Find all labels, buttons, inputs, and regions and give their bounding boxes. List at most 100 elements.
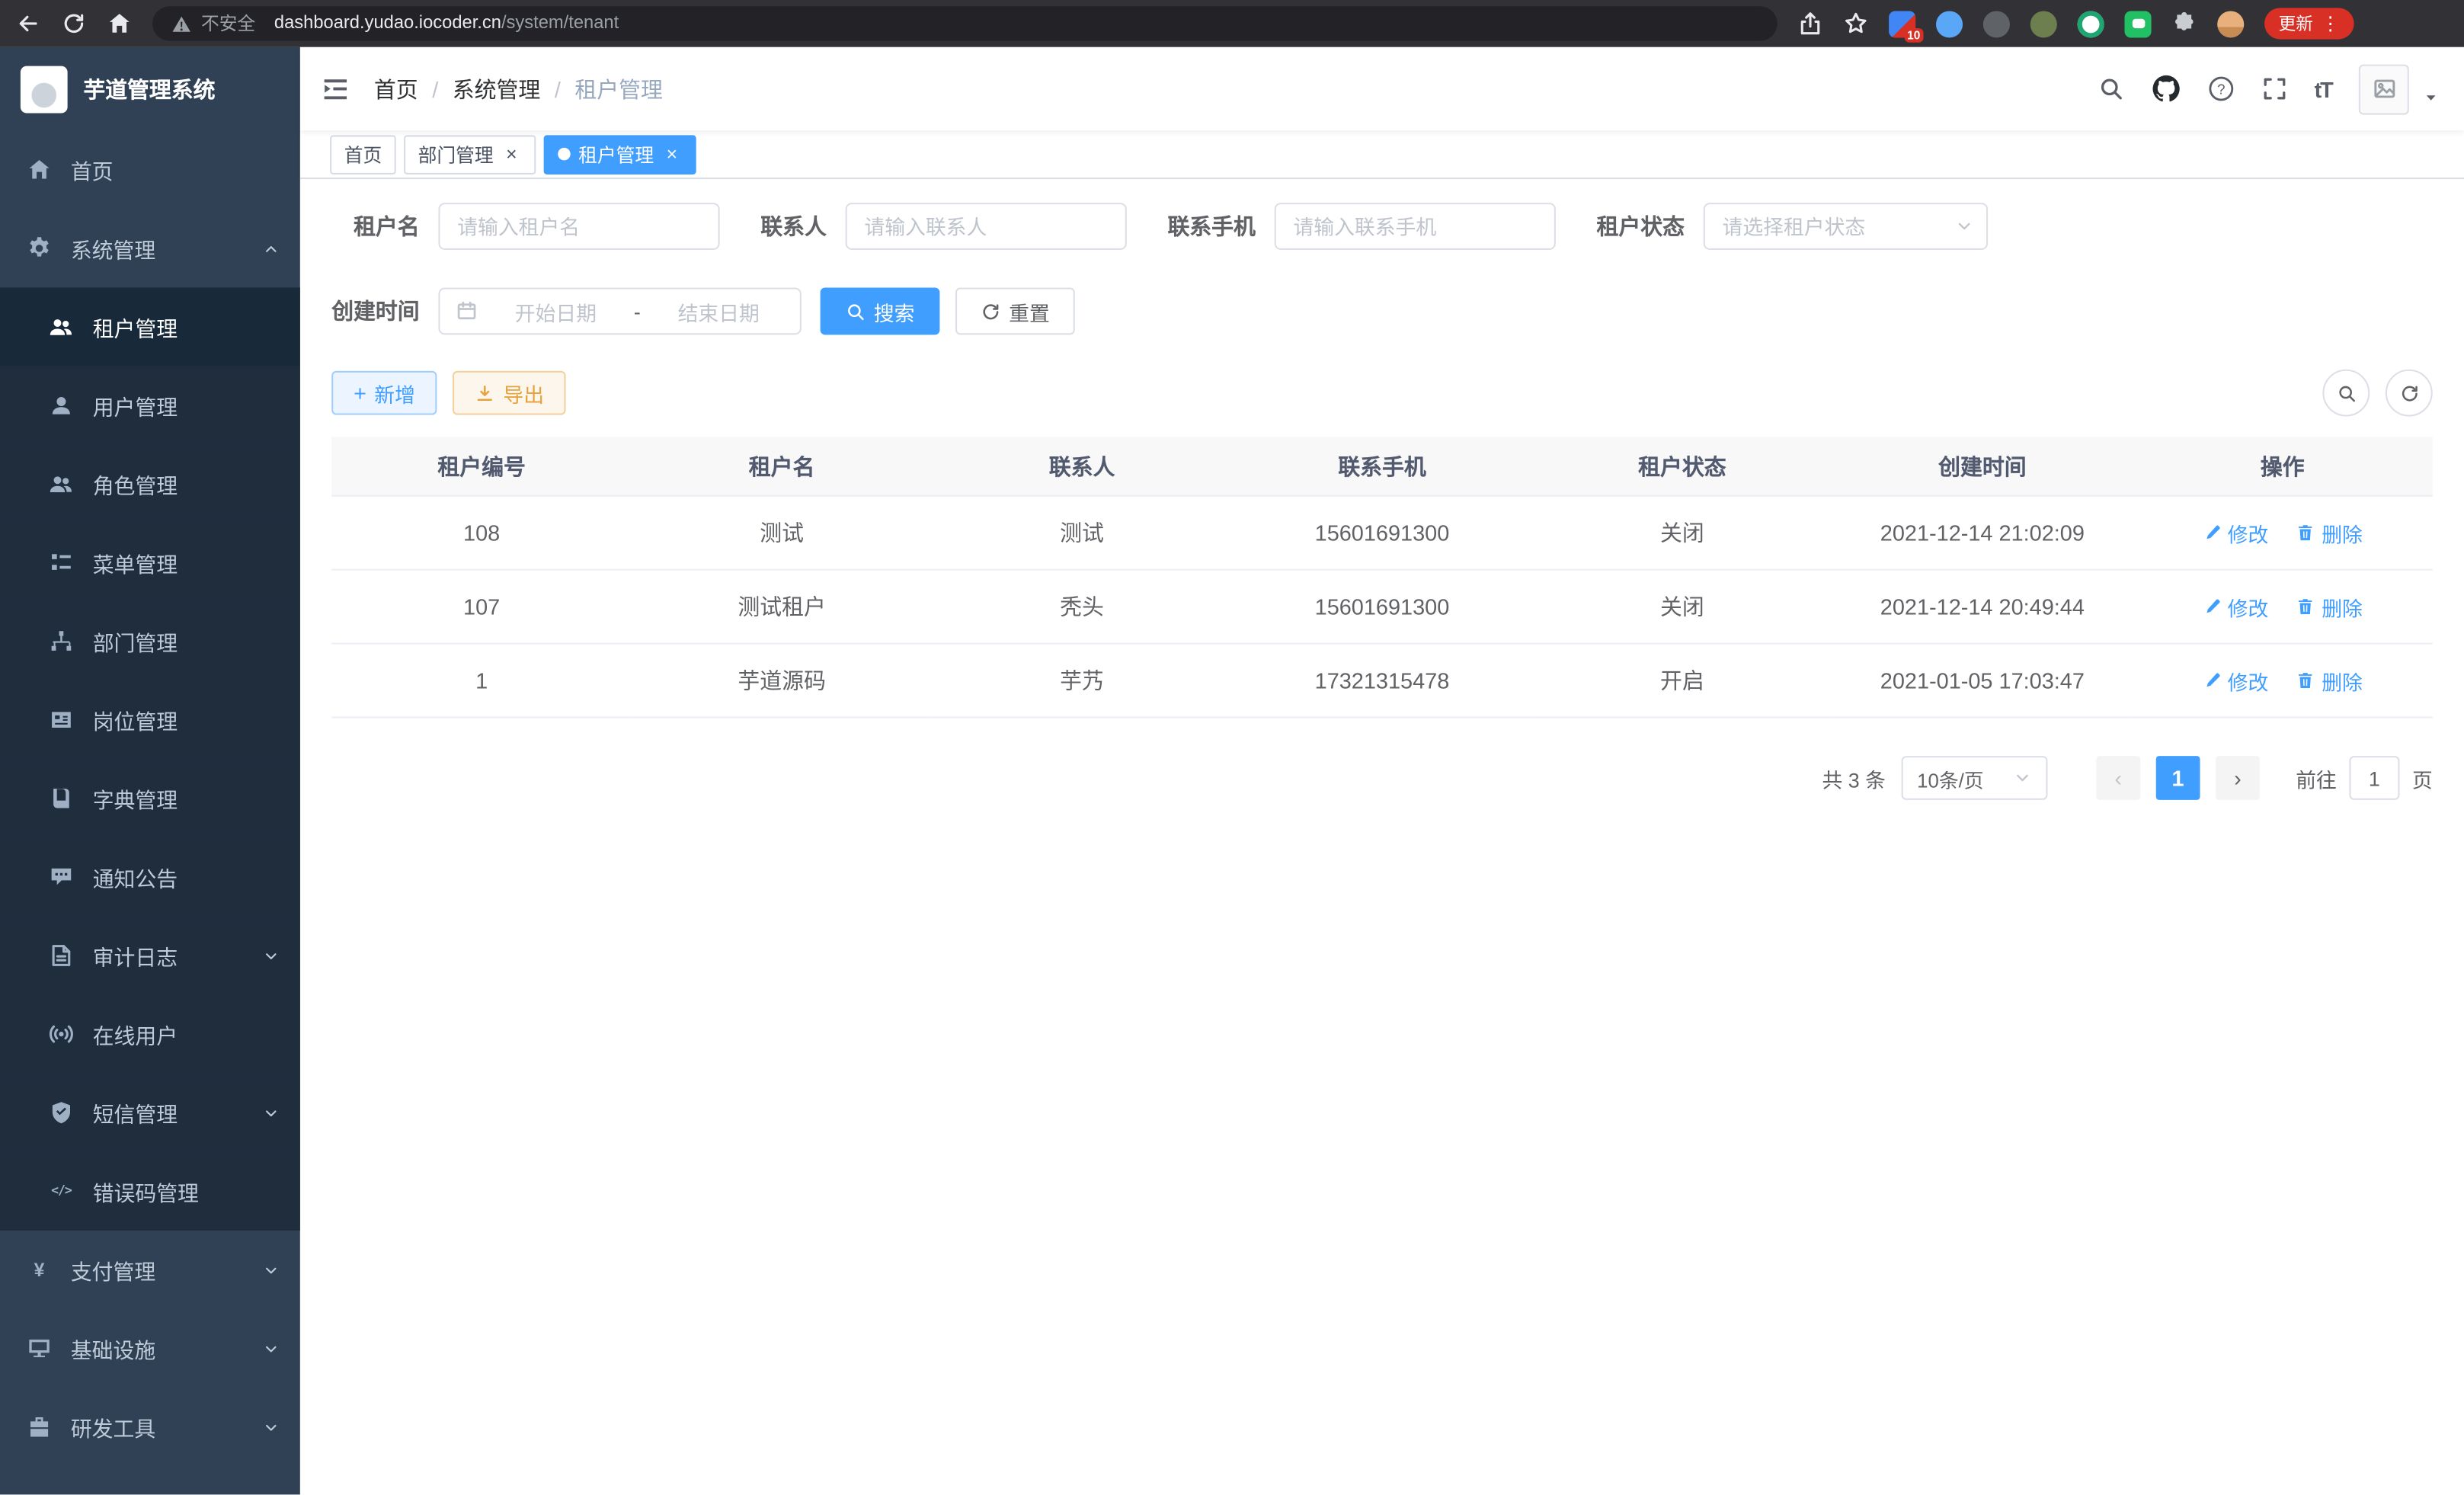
sidebar-item-notice[interactable]: 通知公告 <box>0 837 300 916</box>
sidebar-menu: 首页 系统管理 租户管理 <box>0 130 300 1494</box>
extension-icon-4[interactable] <box>2030 10 2057 37</box>
pencil-icon <box>2203 523 2222 543</box>
profile-avatar[interactable] <box>2217 10 2244 37</box>
sidebar-item-dev-tool[interactable]: 研发工具 <box>0 1388 300 1466</box>
cell-actions: 修改 删除 <box>2133 644 2433 718</box>
search-icon[interactable] <box>2098 75 2124 102</box>
extension-icon-1[interactable]: 10 <box>1889 10 1915 37</box>
extension-icon-6[interactable] <box>2125 10 2152 37</box>
breadcrumb-system[interactable]: 系统管理 <box>453 73 541 104</box>
fullscreen-icon[interactable] <box>2261 75 2287 102</box>
breadcrumb-home[interactable]: 首页 <box>374 73 418 104</box>
code-icon: </> <box>49 1179 74 1204</box>
goto-label: 前往 <box>2296 763 2337 792</box>
help-icon[interactable]: ? <box>2207 75 2234 102</box>
bookmark-star-icon[interactable] <box>1843 11 1868 36</box>
toggle-search-button[interactable] <box>2322 370 2370 417</box>
extension-icon-5[interactable] <box>2078 10 2104 37</box>
sidebar-item-online-user[interactable]: 在线用户 <box>0 995 300 1074</box>
cell-created: 2021-01-05 17:03:47 <box>1832 644 2133 718</box>
page-size-select[interactable]: 10条/页 <box>1902 756 2048 800</box>
status-select[interactable] <box>1704 203 1988 250</box>
badge-icon <box>49 707 74 732</box>
sidebar-item-user[interactable]: 用户管理 <box>0 367 300 445</box>
sidebar-item-audit-log[interactable]: 审计日志 <box>0 916 300 994</box>
delete-link[interactable]: 删除 <box>2296 665 2363 695</box>
sidebar-item-home[interactable]: 首页 <box>0 130 300 209</box>
sidebar-item-infra[interactable]: 基础设施 <box>0 1309 300 1388</box>
github-icon[interactable] <box>2151 74 2181 104</box>
close-icon[interactable]: × <box>501 144 522 165</box>
pagination: 共 3 条 10条/页 ‹ 1 › 前往 页 <box>331 756 2433 800</box>
close-icon[interactable]: × <box>661 144 682 165</box>
font-size-icon[interactable]: tT <box>2315 76 2332 101</box>
tab-home[interactable]: 首页 × <box>330 134 396 174</box>
extensions-puzzle-icon[interactable] <box>2171 11 2197 36</box>
cell-tenant-name: 测试租户 <box>632 570 932 644</box>
cell-contact: 测试 <box>932 496 1232 570</box>
search-icon <box>2336 383 2357 403</box>
cell-actions: 修改 删除 <box>2133 570 2433 644</box>
sidebar-item-role[interactable]: 角色管理 <box>0 445 300 523</box>
chevron-icon <box>262 789 280 807</box>
back-icon[interactable] <box>16 11 41 36</box>
reset-button[interactable]: 重置 <box>955 287 1075 335</box>
sidebar-item-menu[interactable]: 菜单管理 <box>0 523 300 602</box>
goto-page-input[interactable] <box>2349 756 2399 800</box>
tab-tenant[interactable]: 租户管理 × <box>544 134 696 174</box>
end-date-placeholder: 结束日期 <box>653 296 784 326</box>
app-logo[interactable]: 芋道管理系统 <box>0 47 300 130</box>
delete-link[interactable]: 删除 <box>2296 592 2363 622</box>
cell-tenant-id: 107 <box>331 570 632 644</box>
sidebar-item-dict[interactable]: 字典管理 <box>0 759 300 837</box>
status-label: 租户状态 <box>1597 210 1685 242</box>
cell-tenant-name: 测试 <box>632 496 932 570</box>
cell-status: 关闭 <box>1532 496 1832 570</box>
contact-input[interactable] <box>846 203 1127 250</box>
browser-menu-icon[interactable]: ⋮ <box>2321 14 2340 34</box>
reload-icon[interactable] <box>61 11 86 36</box>
sidebar-item-sms[interactable]: 短信管理 <box>0 1074 300 1152</box>
edit-link[interactable]: 修改 <box>2203 518 2269 548</box>
chevron-icon <box>262 1418 280 1436</box>
mobile-input[interactable] <box>1275 203 1556 250</box>
chevron-icon <box>262 1183 280 1200</box>
update-button[interactable]: 更新 ⋮ <box>2264 8 2354 39</box>
user-avatar[interactable] <box>2359 64 2409 114</box>
refresh-icon <box>2398 383 2419 403</box>
refresh-icon <box>981 301 1001 322</box>
tab-dept[interactable]: 部门管理 × <box>404 134 536 174</box>
sidebar-item-error-code[interactable]: </> 错误码管理 <box>0 1152 300 1231</box>
search-button[interactable]: 搜索 <box>821 287 940 335</box>
sidebar-item-post[interactable]: 岗位管理 <box>0 680 300 759</box>
avatar-caret-icon[interactable] <box>2423 89 2439 105</box>
sidebar-item-pay[interactable]: ¥ 支付管理 <box>0 1231 300 1309</box>
add-button[interactable]: + 新增 <box>331 371 437 415</box>
sidebar-collapse-icon[interactable] <box>321 74 350 104</box>
page-number-1[interactable]: 1 <box>2156 756 2200 800</box>
export-button[interactable]: 导出 <box>453 371 566 415</box>
chevron-icon <box>262 554 280 571</box>
sidebar-item-system[interactable]: 系统管理 <box>0 209 300 287</box>
edit-link[interactable]: 修改 <box>2203 592 2269 622</box>
security-label[interactable]: 不安全 <box>201 11 255 36</box>
delete-link[interactable]: 删除 <box>2296 518 2363 548</box>
next-page-button[interactable]: › <box>2216 756 2260 800</box>
col-contact: 联系人 <box>932 437 1232 495</box>
sidebar-item-tenant[interactable]: 租户管理 <box>0 287 300 366</box>
sidebar-item-dept[interactable]: 部门管理 <box>0 602 300 680</box>
extension-icon-2[interactable] <box>1936 10 1963 37</box>
edit-link[interactable]: 修改 <box>2203 665 2269 695</box>
share-icon[interactable] <box>1798 11 1823 36</box>
date-range-picker[interactable]: 开始日期 - 结束日期 <box>438 287 801 335</box>
prev-page-button[interactable]: ‹ <box>2096 756 2140 800</box>
refresh-table-button[interactable] <box>2386 370 2433 417</box>
cell-mobile: 17321315478 <box>1232 644 1532 718</box>
chevron-down-icon <box>2013 769 2032 788</box>
address-bar[interactable]: 不安全 dashboard.yudao.iocoder.cn/system/te… <box>152 6 1778 40</box>
tenant-name-input[interactable] <box>438 203 719 250</box>
home-icon[interactable] <box>107 11 132 36</box>
chevron-icon <box>262 632 280 650</box>
trash-icon <box>2296 523 2315 543</box>
extension-icon-3[interactable] <box>1983 10 2010 37</box>
